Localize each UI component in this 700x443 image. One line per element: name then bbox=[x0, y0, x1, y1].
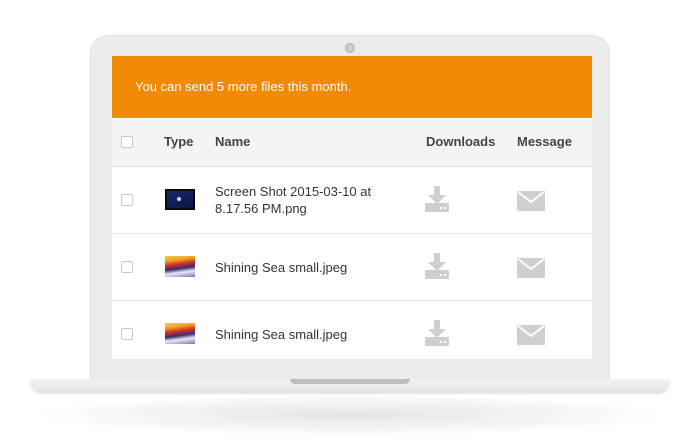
envelope-icon[interactable] bbox=[517, 325, 545, 345]
column-header-type[interactable]: Type bbox=[164, 118, 193, 166]
sunset-sea-thumbnail bbox=[165, 323, 195, 344]
select-all-checkbox[interactable] bbox=[121, 136, 133, 148]
table-row[interactable]: Shining Sea small.jpeg bbox=[112, 301, 592, 359]
camera-icon bbox=[345, 43, 355, 53]
laptop-shadow bbox=[40, 395, 660, 435]
file-name[interactable]: Screen Shot 2015-03-10 at 8.17.56 PM.png bbox=[215, 167, 405, 233]
download-icon[interactable] bbox=[425, 320, 449, 346]
table-row[interactable]: Screen Shot 2015-03-10 at 8.17.56 PM.png bbox=[112, 167, 592, 234]
table-row[interactable]: Shining Sea small.jpeg bbox=[112, 234, 592, 301]
sunset-sea-thumbnail bbox=[165, 256, 195, 277]
download-icon[interactable] bbox=[425, 186, 449, 212]
column-header-name[interactable]: Name bbox=[215, 118, 250, 166]
laptop-screen: You can send 5 more files this month. Ty… bbox=[112, 56, 592, 359]
row-checkbox[interactable] bbox=[121, 261, 133, 273]
download-icon[interactable] bbox=[425, 253, 449, 279]
file-name[interactable]: Shining Sea small.jpeg bbox=[215, 301, 405, 359]
column-header-message[interactable]: Message bbox=[517, 118, 572, 166]
row-checkbox[interactable] bbox=[121, 194, 133, 206]
laptop-notch bbox=[290, 379, 410, 384]
table-header: Type Name Downloads Message bbox=[112, 118, 592, 167]
column-header-downloads[interactable]: Downloads bbox=[426, 118, 495, 166]
row-checkbox[interactable] bbox=[121, 328, 133, 340]
file-name[interactable]: Shining Sea small.jpeg bbox=[215, 234, 405, 300]
quota-banner: You can send 5 more files this month. bbox=[112, 56, 592, 118]
envelope-icon[interactable] bbox=[517, 191, 545, 211]
envelope-icon[interactable] bbox=[517, 258, 545, 278]
screenshot-thumbnail bbox=[165, 189, 195, 210]
